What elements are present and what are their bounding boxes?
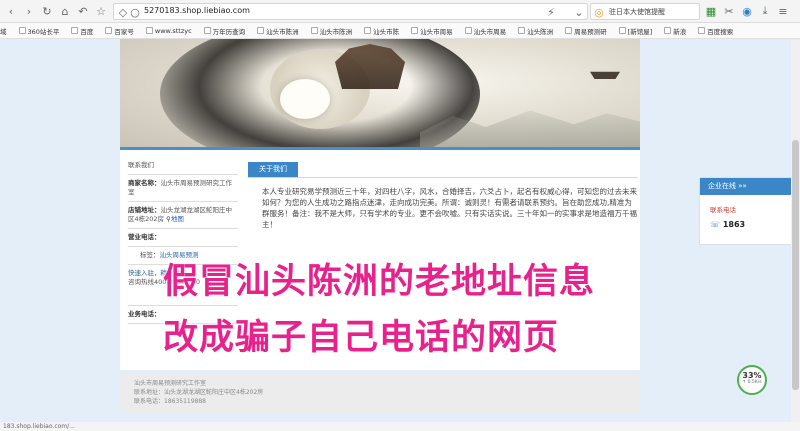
page-icon: [618, 27, 626, 34]
online-title[interactable]: 企业在线 »»: [700, 178, 800, 195]
home-icon[interactable]: ⌂: [58, 4, 72, 18]
dropdown-icon[interactable]: ⌄: [572, 5, 586, 19]
page-icon: [18, 27, 26, 34]
bolt-icon[interactable]: ⚡: [544, 5, 558, 19]
bookmark[interactable]: [新馆屋]: [618, 26, 652, 36]
page-icon: [464, 27, 472, 34]
bookmark[interactable]: 万年历查询: [203, 26, 245, 36]
speed-widget[interactable]: 33% ↑ 0.5K/s: [737, 365, 767, 395]
bookmark[interactable]: 百家号: [105, 26, 134, 36]
status-bar: 183.shop.liebiao.com/...: [0, 422, 800, 431]
page-footer: 汕头市周易预测研究工作室 联系地址：汕头龙湖龙湖区鮀阳庄中区4栋202房 联系电…: [120, 373, 640, 413]
online-service-widget[interactable]: 企业在线 »» 联系电话 ☏ 1863: [700, 178, 800, 244]
tab-divider: [248, 177, 638, 178]
page-icon: [411, 27, 419, 34]
search-input[interactable]: ◎ 驻日本大使馆提醒: [590, 3, 700, 20]
footer-address: 联系地址：汕头龙湖龙湖区鮀阳庄中区4栋202房: [134, 389, 264, 396]
page-icon: [518, 27, 526, 34]
download-icon[interactable]: ⤓: [758, 4, 772, 18]
bookmark[interactable]: 新浪: [664, 26, 686, 36]
search-engine-icon: ◎: [594, 5, 604, 19]
forward-icon[interactable]: ›: [22, 4, 36, 18]
bookmarks-bar: 域 360站长平 百度 百家号 www.sttzyc 万年历查询 汕头市陈洲 汕…: [0, 23, 800, 39]
page-icon: [105, 27, 113, 34]
bookmark[interactable]: 汕头市陈洲: [257, 26, 299, 36]
bookmark[interactable]: 360站长平: [18, 26, 59, 36]
contact-title: 联系我们: [128, 161, 154, 169]
footer-phone: 联系电话：18635119888: [134, 398, 206, 405]
back-icon[interactable]: ‹: [4, 4, 18, 18]
reload-icon[interactable]: ↻: [40, 4, 54, 18]
bookmark[interactable]: 汕头市周易: [464, 26, 506, 36]
scissors-icon[interactable]: ✂: [722, 4, 736, 18]
bookmark[interactable]: www.sttzyc: [145, 27, 192, 35]
phone-icon: ☏: [710, 220, 721, 229]
url-input[interactable]: ◇ ○ 5270183.shop.liebiao.com ⚡ ⌄: [113, 3, 588, 20]
caption-line-1: 假冒汕头陈洲的老地址信息: [163, 262, 596, 302]
bookmark[interactable]: 汕头市陈: [364, 26, 399, 36]
lock-icon: ○: [130, 5, 140, 19]
bookmark[interactable]: 域: [0, 26, 7, 36]
page-icon: [203, 27, 211, 34]
apps-icon[interactable]: ▦: [704, 4, 718, 18]
address-block: 店铺地址：汕头龙湖龙湖区鮀阳庄中区4栋202房 ⚲地图: [128, 202, 238, 229]
merchant-block: 商家名称：汕头市周易预测研究工作室: [128, 175, 238, 202]
map-link[interactable]: 地图: [171, 215, 184, 223]
bookmark[interactable]: 百度: [71, 26, 93, 36]
online-subtitle: 联系电话: [710, 206, 736, 214]
address-bar: ‹ › ↻ ⌂ ↶ ☆ ◇ ○ 5270183.shop.liebiao.com…: [0, 0, 800, 23]
tab-about-us[interactable]: 关于我们: [248, 162, 298, 177]
search-text: 驻日本大使馆提醒: [609, 8, 665, 16]
scroll-thumb[interactable]: [792, 140, 799, 390]
business-label: 营业电话：: [128, 233, 161, 241]
bookmark[interactable]: 周易预测研: [565, 26, 607, 36]
page-icon: [71, 27, 79, 34]
bookmark[interactable]: 汕头市周易: [411, 26, 453, 36]
page-icon: [145, 27, 153, 34]
footer-name: 汕头市周易预测研究工作室: [134, 380, 207, 387]
address-label: 店铺地址：: [128, 206, 161, 214]
page-icon: [664, 27, 672, 34]
about-text: 本人专业研究易学预测近三十年，对四柱八字，风水，合婚择吉，六爻占卜，起名有权威心…: [262, 187, 637, 229]
bookmark[interactable]: 汕头陈洲: [518, 26, 553, 36]
merchant-label: 商家名称：: [128, 179, 161, 187]
contact-title-block: 联系我们: [128, 157, 238, 175]
history-icon[interactable]: ↶: [76, 4, 90, 18]
page-icon: [565, 27, 573, 34]
speed-rate: ↑ 0.5K/s: [742, 380, 762, 385]
caption-line-2: 改成骗子自己电话的网页: [163, 318, 560, 358]
business-phone-label: 业务电话：: [128, 310, 161, 318]
scrollbar[interactable]: [791, 40, 800, 431]
tags-label: 标签：: [140, 251, 160, 259]
bookmark[interactable]: 汕头市陈洲: [310, 26, 352, 36]
business-phone-block: 营业电话：: [128, 229, 238, 247]
bookmark[interactable]: 百度搜索: [698, 26, 733, 36]
page-icon: [310, 27, 318, 34]
menu-icon[interactable]: ≡: [776, 4, 790, 18]
extension-icon[interactable]: ◉: [740, 4, 754, 18]
online-phone: ☏ 1863: [710, 220, 746, 229]
star-icon[interactable]: ☆: [94, 4, 108, 18]
figure-illustration: [280, 79, 330, 119]
boat-illustration: [590, 71, 620, 79]
speed-percent: 33%: [742, 371, 762, 380]
page-icon: [698, 27, 706, 34]
banner-image: [120, 39, 640, 147]
page-icon: [364, 27, 372, 34]
url-text: 5270183.shop.liebiao.com: [144, 6, 250, 15]
page-icon: [257, 27, 265, 34]
